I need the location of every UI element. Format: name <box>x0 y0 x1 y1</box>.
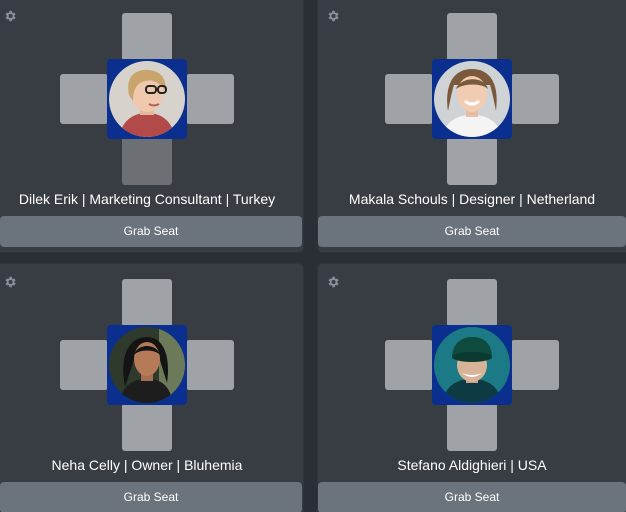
participant-name: Makala Schouls | Designer | Netherland <box>348 191 596 207</box>
grab-seat-button[interactable]: Grab Seat <box>0 216 302 247</box>
participant-frame <box>107 325 187 405</box>
gear-icon[interactable] <box>326 275 340 289</box>
avatar <box>434 327 510 403</box>
seat-top[interactable] <box>447 279 497 327</box>
table-seats <box>60 13 234 185</box>
seat-bottom[interactable] <box>122 137 172 185</box>
seat-left[interactable] <box>385 340 433 390</box>
participant-frame <box>107 59 187 139</box>
seat-left[interactable] <box>385 74 433 124</box>
seat-top[interactable] <box>122 13 172 61</box>
seat-bottom[interactable] <box>447 137 497 185</box>
gear-icon[interactable] <box>3 275 17 289</box>
grab-seat-button[interactable]: Grab Seat <box>318 216 626 247</box>
grab-seat-button[interactable]: Grab Seat <box>0 482 302 512</box>
seat-right[interactable] <box>186 340 234 390</box>
table-card: Makala Schouls | Designer | Netherland G… <box>318 0 626 252</box>
seat-bottom[interactable] <box>447 403 497 451</box>
participant-frame <box>432 325 512 405</box>
seat-left[interactable] <box>60 74 108 124</box>
table-card: Neha Celly | Owner | Bluhemia Grab Seat <box>0 264 303 512</box>
table-seats <box>60 279 234 451</box>
avatar <box>109 327 185 403</box>
seat-right[interactable] <box>511 340 559 390</box>
gear-icon[interactable] <box>3 9 17 23</box>
seat-right[interactable] <box>511 74 559 124</box>
avatar <box>434 61 510 137</box>
seat-right[interactable] <box>186 74 234 124</box>
table-seats <box>385 13 559 185</box>
table-card: Dilek Erik | Marketing Consultant | Turk… <box>0 0 303 252</box>
table-seats <box>385 279 559 451</box>
seat-bottom[interactable] <box>122 403 172 451</box>
seat-left[interactable] <box>60 340 108 390</box>
participant-name: Neha Celly | Owner | Bluhemia <box>51 457 243 473</box>
seat-top[interactable] <box>447 13 497 61</box>
table-card: Stefano Aldighieri | USA Grab Seat <box>318 264 626 512</box>
grab-seat-button[interactable]: Grab Seat <box>318 482 626 512</box>
gear-icon[interactable] <box>326 9 340 23</box>
avatar <box>109 61 185 137</box>
participant-frame <box>432 59 512 139</box>
participant-name: Stefano Aldighieri | USA <box>397 457 547 473</box>
seat-top[interactable] <box>122 279 172 327</box>
tables-grid: Dilek Erik | Marketing Consultant | Turk… <box>0 0 626 512</box>
participant-name: Dilek Erik | Marketing Consultant | Turk… <box>18 191 276 207</box>
